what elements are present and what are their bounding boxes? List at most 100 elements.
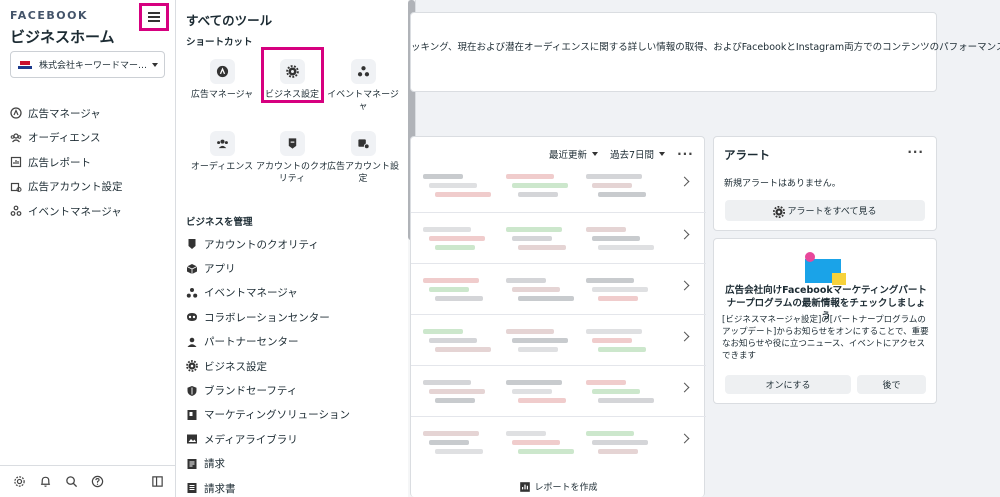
redacted-text xyxy=(512,440,560,445)
redacted-text xyxy=(598,245,654,250)
more-options-icon[interactable]: ··· xyxy=(677,147,694,161)
redacted-text xyxy=(423,174,463,179)
alerts-empty-text: 新規アラートはありません。 xyxy=(724,179,841,189)
tool-app[interactable]: アプリ xyxy=(186,256,350,280)
tool-billing[interactable]: 請求 xyxy=(186,452,350,476)
chevron-right-icon[interactable] xyxy=(679,229,690,240)
tool-partner-center[interactable]: パートナーセンター xyxy=(186,330,350,354)
hamburger-menu-button[interactable] xyxy=(139,3,169,31)
chevron-right-icon[interactable] xyxy=(679,280,690,291)
nav-item-audience[interactable]: オーディエンス xyxy=(10,126,123,151)
tool-label: イベントマネージャ xyxy=(204,287,298,300)
redacted-text xyxy=(506,380,562,385)
shortcut-event-manager[interactable]: イベントマネージャ xyxy=(327,59,399,113)
create-report-button[interactable]: レポートを作成 xyxy=(411,475,706,497)
audience-icon xyxy=(10,132,22,144)
tool-label: コラボレーションセンター xyxy=(204,311,330,324)
nav-item-ads-manager[interactable]: 広告マネージャ xyxy=(10,101,123,126)
highlight-frame xyxy=(261,47,324,103)
redacted-text xyxy=(518,398,566,403)
tool-invoice[interactable]: 請求書 xyxy=(186,476,350,497)
table-row[interactable] xyxy=(411,212,706,264)
tool-brand-safety[interactable]: ブランドセーフティ xyxy=(186,378,350,402)
event-manager-icon xyxy=(350,59,376,84)
collapse-sidebar-icon[interactable] xyxy=(150,475,164,489)
redacted-text xyxy=(592,338,632,343)
redacted-text xyxy=(592,287,648,292)
table-row[interactable] xyxy=(411,314,706,366)
filters-bar: 最近更新 過去7日間 ··· xyxy=(549,147,694,161)
tool-media-library[interactable]: メディアライブラリ xyxy=(186,427,350,451)
tool-marketing-solutions[interactable]: マーケティングソリューション xyxy=(186,403,350,427)
tool-label: メディアライブラリ xyxy=(204,433,298,446)
redacted-text xyxy=(598,449,638,454)
shortcut-ads-manager[interactable]: 広告マネージャ xyxy=(186,59,258,101)
nav-item-ad-account-settings[interactable]: 広告アカウント設定 xyxy=(10,175,123,200)
chevron-right-icon[interactable] xyxy=(679,176,690,187)
account-quality-icon xyxy=(279,131,305,156)
shortcut-ad-account-settings[interactable]: 広告アカウント設定 xyxy=(327,131,399,185)
nav-list: 広告マネージャ オーディエンス 広告レポート 広告アカウント設定 イベントマネー… xyxy=(10,101,123,224)
billing-icon xyxy=(186,458,198,470)
chevron-right-icon[interactable] xyxy=(679,433,690,444)
nav-item-label: イベントマネージャ xyxy=(28,205,122,218)
left-nav-footer xyxy=(0,465,176,497)
shortcut-audience[interactable]: オーディエンス xyxy=(186,131,258,173)
chevron-down-icon xyxy=(152,62,158,67)
ad-account-settings-icon xyxy=(350,131,376,156)
help-icon[interactable] xyxy=(90,475,104,489)
tool-label: パートナーセンター xyxy=(204,336,299,349)
tool-label: ビジネス設定 xyxy=(204,360,267,373)
redacted-text xyxy=(586,380,626,385)
turn-on-button[interactable]: オンにする xyxy=(725,375,851,394)
alerts-title: アラート xyxy=(724,148,770,162)
gear-icon xyxy=(773,205,786,219)
later-button[interactable]: 後で xyxy=(857,375,926,394)
account-selector[interactable]: 株式会社キーワードマー… xyxy=(10,51,165,78)
period-dropdown[interactable]: 過去7日間 xyxy=(610,147,666,161)
book-icon xyxy=(186,409,198,421)
promo-body: [ビジネスマネージャ設定]の[パートナープログラムのアップデート]からお知らせを… xyxy=(722,315,929,361)
tool-account-quality[interactable]: アカウントのクオリティ xyxy=(186,232,350,256)
redacted-text xyxy=(518,192,558,197)
redacted-text xyxy=(429,389,485,394)
ads-manager-icon xyxy=(10,107,22,119)
event-manager-icon xyxy=(186,287,198,299)
media-library-icon xyxy=(186,433,198,445)
create-report-label: レポートを作成 xyxy=(534,482,598,493)
redacted-text xyxy=(592,183,632,188)
shortcut-label: 広告マネージャ xyxy=(190,90,254,100)
table-row[interactable] xyxy=(411,416,706,468)
more-options-icon[interactable]: ··· xyxy=(907,145,924,159)
sort-dropdown[interactable]: 最近更新 xyxy=(549,147,599,161)
search-icon[interactable] xyxy=(64,475,78,489)
table-row[interactable] xyxy=(411,365,706,417)
tool-collaboration-center[interactable]: コラボレーションセンター xyxy=(186,305,350,329)
redacted-text xyxy=(518,245,566,250)
view-all-alerts-button[interactable]: アラートをすべて見る xyxy=(725,200,925,221)
table-row[interactable] xyxy=(411,263,706,315)
chevron-right-icon[interactable] xyxy=(679,382,690,393)
chevron-down-icon xyxy=(592,152,599,156)
ads-manager-icon xyxy=(209,59,235,84)
bell-icon[interactable] xyxy=(38,475,52,489)
tool-label: アカウントのクオリティ xyxy=(204,238,319,251)
report-icon xyxy=(519,481,531,492)
chevron-right-icon[interactable] xyxy=(679,331,690,342)
shield-icon xyxy=(186,385,198,397)
redacted-text xyxy=(512,338,568,343)
redacted-text xyxy=(429,440,469,445)
gear-icon xyxy=(186,360,198,373)
account-name: 株式会社キーワードマー… xyxy=(39,61,148,71)
shortcut-account-quality[interactable]: アカウントのクオリティ xyxy=(256,131,328,185)
menu-icon xyxy=(148,13,160,21)
ad-report-icon xyxy=(10,156,22,168)
nav-item-ad-report[interactable]: 広告レポート xyxy=(10,150,123,175)
tool-event-manager[interactable]: イベントマネージャ xyxy=(186,281,350,305)
redacted-text xyxy=(429,236,485,241)
tool-business-settings[interactable]: ビジネス設定 xyxy=(186,354,350,378)
table-row[interactable] xyxy=(411,160,706,212)
gear-icon[interactable] xyxy=(12,475,26,489)
redacted-text xyxy=(423,278,479,283)
nav-item-event-manager[interactable]: イベントマネージャ xyxy=(10,199,123,224)
